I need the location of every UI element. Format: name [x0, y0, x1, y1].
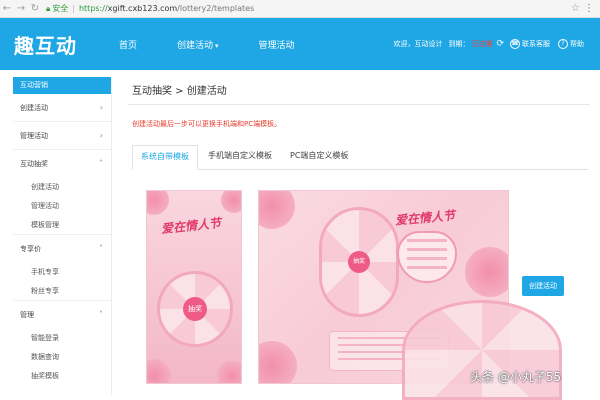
sidebar-group-label: 管理活动: [20, 132, 48, 140]
sidebar-group-label: 管理: [20, 311, 34, 319]
sidebar: 互动营销 创建活动 › 管理活动 › 互动抽奖 ˄ 创建活动 管理活动 模板管理…: [13, 77, 112, 395]
rose-decoration: [147, 359, 171, 383]
bookmark-star-icon[interactable]: ☆: [571, 3, 580, 14]
tab-pc-custom-templates[interactable]: PC端自定义模板: [282, 145, 356, 169]
rose-decoration: [259, 191, 295, 229]
nav-create-label: 创建活动: [177, 40, 214, 51]
sidebar-group-label: 创建活动: [20, 104, 48, 112]
sidebar-item-lottery-template[interactable]: 抽奖模板: [13, 367, 111, 386]
sidebar-group-create[interactable]: 创建活动 ›: [13, 94, 111, 122]
browser-menu-icon[interactable]: ⋮: [584, 3, 594, 14]
tab-system-templates[interactable]: 系统自带模板: [132, 145, 198, 170]
divider: [128, 104, 590, 105]
breadcrumb: 互动抽奖 > 创建活动: [132, 86, 227, 97]
greeting: 欢迎，互动设计: [393, 40, 443, 48]
contact-support-link[interactable]: 联系客服: [522, 39, 550, 49]
browser-address-bar: ← → ↻ 🔒︎ 安全 | https://xgift.cxb123.com/l…: [0, 0, 600, 18]
secure-label: 安全: [52, 4, 69, 13]
forward-arrow-icon[interactable]: →: [14, 3, 28, 14]
create-activity-button[interactable]: 创建活动: [522, 276, 564, 296]
sidebar-group-label: 专享价: [20, 245, 41, 253]
nav-manage-activity[interactable]: 管理活动: [259, 38, 295, 51]
sidebar-item-data-query[interactable]: 数据查询: [13, 348, 111, 367]
url-path: /lottery2/templates: [177, 4, 255, 13]
logo[interactable]: 趣互动: [14, 30, 77, 59]
sidebar-item-create-activity[interactable]: 创建活动: [13, 178, 111, 197]
sidebar-item-mobile-exclusive[interactable]: 手机专享: [13, 263, 111, 282]
url-scheme: https://: [78, 4, 108, 13]
chevron-up-icon: ˄: [99, 159, 103, 168]
chevron-down-icon: ▾: [215, 41, 219, 50]
sidebar-item-manage-activity[interactable]: 管理活动: [13, 197, 111, 216]
help-link[interactable]: 帮助: [570, 39, 584, 49]
rose-decoration: [147, 191, 169, 215]
app-header: 趣互动 首页 创建活动 ▾ 管理活动 欢迎，互动设计 到期： 已过期 ⟳ ☎ 联系…: [0, 18, 600, 70]
heart-rules-panel: [397, 231, 457, 283]
headset-icon: ☎: [510, 39, 520, 49]
rose-decoration: [465, 247, 508, 297]
sidebar-group-manage[interactable]: 管理活动 ›: [13, 122, 111, 150]
expiry-label: 到期：: [448, 40, 470, 48]
address-separator: |: [72, 4, 75, 13]
mobile-template-preview[interactable]: 爱在情人节 抽奖: [146, 190, 242, 384]
template-tabs: 系统自带模板 手机端自定义模板 PC端自定义模板: [132, 145, 588, 170]
sidebar-group-management[interactable]: 管理 ˄: [13, 301, 111, 329]
sidebar-item-interactive-marketing[interactable]: 互动营销: [13, 77, 111, 94]
sidebar-group-exclusive-price[interactable]: 专享价 ˄: [13, 235, 111, 263]
watermark: 头条 @小丸子55: [470, 370, 562, 384]
nav-home[interactable]: 首页: [119, 38, 137, 51]
rose-decoration: [259, 341, 297, 383]
sidebar-item-smart-login[interactable]: 智能登录: [13, 329, 111, 348]
url-field[interactable]: https://xgift.cxb123.com/lottery2/templa…: [79, 4, 254, 13]
chevron-right-icon: ›: [99, 131, 103, 140]
sidebar-item-template-manage[interactable]: 模板管理: [13, 216, 111, 235]
tab-mobile-custom-templates[interactable]: 手机端自定义模板: [200, 145, 280, 169]
lottery-center-label: 抽奖: [348, 251, 370, 273]
chevron-right-icon: ›: [99, 103, 103, 112]
user-box: 欢迎，互动设计 到期： 已过期 ⟳ ☎ 联系客服 ? 帮助: [393, 39, 592, 49]
chevron-up-icon: ˄: [99, 310, 103, 319]
top-nav: 首页 创建活动 ▾ 管理活动: [119, 38, 335, 51]
reload-icon[interactable]: ↻: [28, 3, 42, 14]
sidebar-item-fan-exclusive[interactable]: 粉丝专享: [13, 282, 111, 301]
sidebar-group-label: 互动抽奖: [20, 160, 48, 168]
back-arrow-icon[interactable]: ←: [0, 3, 14, 14]
notice-text: 创建活动最后一步可以更换手机端和PC端模板。: [132, 120, 282, 128]
sidebar-group-lottery[interactable]: 互动抽奖 ˄: [13, 150, 111, 178]
rose-decoration: [217, 361, 241, 383]
expiry-status: 已过期: [471, 40, 493, 48]
chevron-up-icon: ˄: [99, 244, 103, 253]
rose-decoration: [221, 191, 241, 213]
nav-create-activity[interactable]: 创建活动 ▾: [177, 38, 219, 51]
template-title: 爱在情人节: [160, 215, 222, 237]
lottery-center-label: 抽奖: [183, 297, 207, 321]
lock-icon: 🔒︎: [46, 3, 51, 13]
help-icon: ?: [558, 39, 568, 49]
lottery-wheel-overlay: [402, 300, 562, 400]
refresh-icon[interactable]: ⟳: [496, 39, 504, 49]
url-host: xgift.cxb123.com: [107, 4, 178, 13]
template-title: 爱在情人节: [394, 208, 456, 228]
